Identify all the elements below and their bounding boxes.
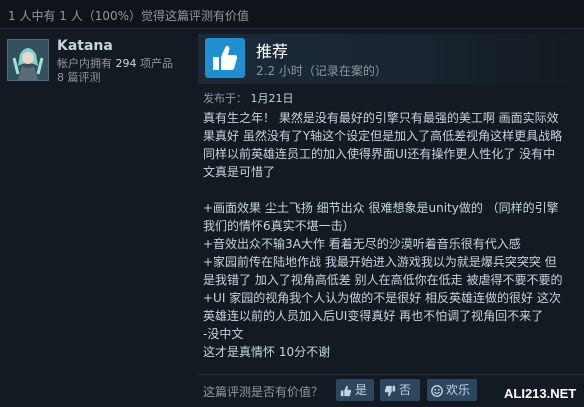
- hours-played: 2.2 小时（记录在案的）: [256, 64, 387, 78]
- review-count[interactable]: 8 篇评测: [57, 69, 101, 85]
- recommended-badge[interactable]: [205, 38, 245, 78]
- review-line: +画面效果 尘土飞扬 细节出众 很难想象是unity做的 （同样的引擎: [203, 201, 559, 215]
- review-line: 果真好 虽然没有了Y轴这个设定但是加入了高低差视角这样更具战略: [203, 129, 563, 143]
- thumbs-up-icon: [213, 45, 237, 70]
- helpful-summary-bar: 1 人中有 1 人（100%）觉得这篇评测有价值: [0, 0, 584, 29]
- products-owned-suffix: 项产品: [140, 57, 173, 70]
- avatar[interactable]: [7, 39, 49, 81]
- review-line: 同样以前英雄连员工的加入使得界面UI还有操作更人性化了 没有中: [203, 147, 556, 161]
- vote-yes-label: 是: [355, 383, 368, 397]
- smiley-icon: [431, 384, 443, 397]
- review-line: -没中文: [203, 327, 244, 341]
- watermark: ALI213.NET: [504, 386, 577, 401]
- vote-no-label: 否: [399, 383, 412, 397]
- review-line: 我们的情怀6真实不堪一击）: [203, 219, 355, 233]
- reviewer-name[interactable]: Katana: [57, 38, 113, 54]
- review-line: +家园前传在陆地作战 我最开始进入游戏我以为就是爆兵突突突 但: [203, 255, 557, 269]
- thumbs-down-icon: [384, 385, 396, 396]
- thumbs-up-icon: [340, 385, 352, 396]
- posted-label: 发布于：: [203, 92, 247, 105]
- review-page: 1 人中有 1 人（100%）觉得这篇评测有价值 Katana 帐户内拥有 29…: [0, 0, 584, 407]
- review-header: [198, 34, 578, 84]
- review-verdict[interactable]: 推荐: [256, 38, 288, 62]
- review-body: 真有生之年！ 果然是没有最好的引擎只有最强的美工啊 画面实际效 果真好 虽然没有…: [203, 109, 579, 361]
- vote-yes-button[interactable]: 是: [336, 379, 374, 401]
- review-line: 文真是可惜了: [203, 165, 276, 179]
- products-owned-count: 294: [115, 57, 137, 70]
- review-line: 这才是真情怀 10分不谢: [203, 345, 331, 359]
- footer-divider: [198, 374, 584, 375]
- helpful-question: 这篇评测是否有价值？: [203, 385, 324, 399]
- vote-funny-button[interactable]: 欢乐: [427, 379, 477, 401]
- review-line: 英雄连以前的人员加入后UI变得真好 再也不怕调了视角回不来了: [203, 309, 544, 323]
- review-line: 是我错了 加入了视角高低差 别人在高低你在低走 被虐得不要不要的: [203, 273, 563, 287]
- posted-date: 1月21日: [250, 92, 294, 105]
- vote-no-button[interactable]: 否: [380, 379, 420, 401]
- review-line: +UI 家园的视角我个人认为做的不是很好 相反英雄连做的很好 这次: [203, 291, 561, 305]
- helpful-summary: 1 人中有 1 人（100%）觉得这篇评测有价值: [8, 9, 250, 23]
- avatar-image: [8, 40, 48, 80]
- review-paragraph-gap: [203, 181, 579, 199]
- vote-funny-label: 欢乐: [446, 383, 471, 397]
- posted-date-line: 发布于： 1月21日: [203, 90, 294, 106]
- review-line: 真有生之年！ 果然是没有最好的引擎只有最强的美工啊 画面实际效: [203, 111, 559, 125]
- review-line: +音效出众不输3A大作 看着无尽的沙漠听着音乐很有代入感: [203, 237, 521, 251]
